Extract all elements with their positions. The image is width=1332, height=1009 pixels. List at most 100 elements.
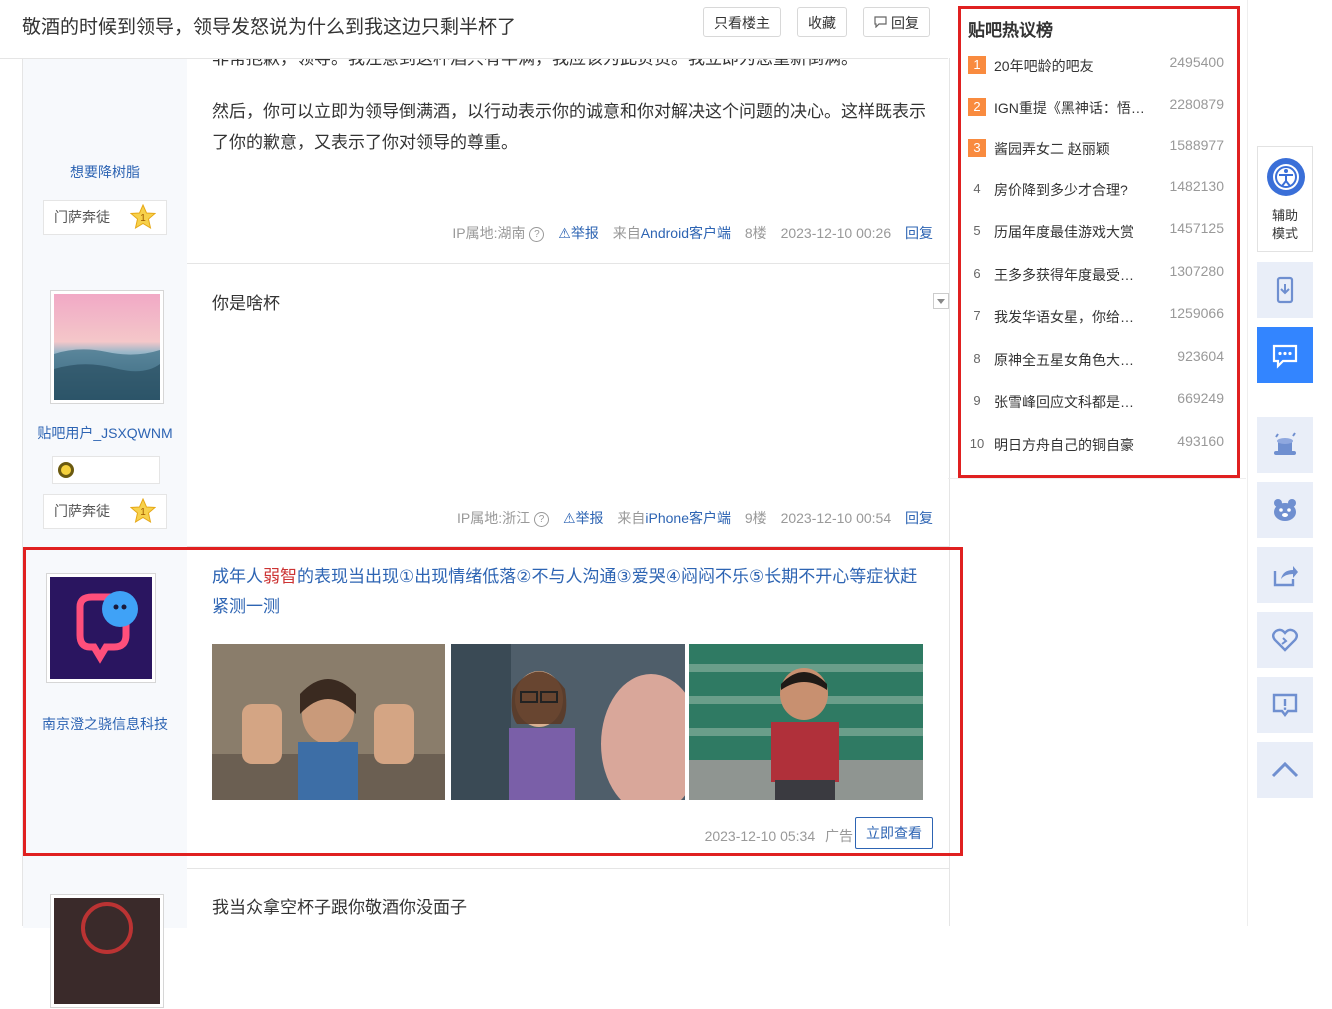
hot-topic-name[interactable]: 我发华语女星，你给出评价 bbox=[994, 307, 1146, 327]
chevron-up-icon bbox=[1271, 761, 1299, 778]
thread-title: 敬酒的时候到领导，领导发怒说为什么到我这边只剩半杯了 bbox=[22, 17, 517, 38]
hot-list-item[interactable]: 8 原神全五星女角色大盘点 923604 bbox=[964, 348, 1230, 372]
avatar[interactable] bbox=[50, 894, 164, 1008]
hot-rank: 7 bbox=[973, 308, 981, 323]
report-link[interactable]: ⚠举报 bbox=[558, 225, 599, 241]
hot-rank: 3 bbox=[968, 139, 986, 157]
hot-topic-name[interactable]: 酱园弄女二 赵丽颖 bbox=[994, 139, 1146, 159]
level-badge[interactable]: 门萨奔徒 1 bbox=[43, 200, 167, 235]
client-source: 来自iPhone客户端 bbox=[617, 510, 731, 526]
hot-list-item[interactable]: 7 我发华语女星，你给出评价 1259066 bbox=[964, 305, 1230, 329]
post-time: 2023-12-10 00:26 bbox=[780, 225, 892, 241]
hot-topic-count: 669249 bbox=[1177, 390, 1224, 406]
assist-mode-button[interactable]: 辅助 模式 bbox=[1257, 146, 1313, 252]
share-button[interactable] bbox=[1257, 547, 1313, 603]
ad-image-1[interactable] bbox=[212, 644, 445, 800]
collapse-dropdown[interactable] bbox=[933, 293, 949, 309]
hot-topic-name[interactable]: 明日方舟自己的铜自豪 bbox=[994, 435, 1146, 455]
assist-label: 辅助 模式 bbox=[1271, 208, 1298, 241]
report-link[interactable]: ⚠举报 bbox=[563, 510, 604, 526]
favorite-button[interactable]: 收藏 bbox=[797, 7, 847, 37]
comment-icon bbox=[874, 9, 887, 39]
hot-list-title: 贴吧热议榜 bbox=[968, 21, 1053, 40]
hot-list-item[interactable]: 3 酱园弄女二 赵丽颖 1588977 bbox=[964, 137, 1230, 161]
svg-text:1: 1 bbox=[140, 213, 146, 224]
author-column: 想要降树脂 门萨奔徒 1 bbox=[23, 38, 187, 263]
hot-list-item[interactable]: 5 历届年度最佳游戏大赏 1457125 bbox=[964, 220, 1230, 244]
only-op-button[interactable]: 只看楼主 bbox=[703, 7, 781, 37]
report-button[interactable] bbox=[1257, 677, 1313, 733]
level-badge[interactable]: 门萨奔徒 1 bbox=[43, 494, 167, 529]
author-name[interactable]: 贴吧用户_JSXQWNM bbox=[23, 423, 187, 443]
reply-button-label: 回复 bbox=[891, 15, 919, 31]
medal-icon bbox=[58, 462, 74, 478]
hot-topic-name[interactable]: 原神全五星女角色大盘点 bbox=[994, 350, 1146, 370]
back-to-top-button[interactable] bbox=[1257, 742, 1313, 798]
hot-list-item[interactable]: 2 IGN重提《黑神话：悟空》 2280879 bbox=[964, 96, 1230, 120]
ad-avatar[interactable] bbox=[46, 573, 156, 683]
badge-label: 门萨奔徒 bbox=[54, 209, 110, 225]
hot-topic-name[interactable]: 20年吧龄的吧友 bbox=[994, 56, 1146, 76]
hot-topic-name[interactable]: 房价降到多少才合理? bbox=[994, 180, 1146, 200]
hot-rank: 6 bbox=[973, 266, 981, 281]
hot-topic-name[interactable]: IGN重提《黑神话：悟空》 bbox=[994, 98, 1146, 118]
hot-list-item[interactable]: 4 房价降到多少才合理? 1482130 bbox=[964, 178, 1230, 202]
magic-hat-button[interactable] bbox=[1257, 417, 1313, 473]
bear-button[interactable] bbox=[1257, 482, 1313, 538]
warning-icon: ⚠ bbox=[562, 510, 576, 526]
hot-topic-count: 923604 bbox=[1177, 348, 1224, 364]
chevron-down-icon bbox=[937, 299, 945, 304]
hot-rank: 9 bbox=[973, 393, 981, 408]
post-list: 想要降树脂 门萨奔徒 1 非常抱歉，领导。我注意到这杯酒只有半满，我应该为此负责… bbox=[22, 38, 950, 1008]
avatar[interactable] bbox=[50, 290, 164, 404]
ad-title[interactable]: 成年人弱智的表现当出现①出现情绪低落②不与人沟通③爱哭④闷闷不乐⑤长期不开心等症… bbox=[212, 562, 924, 622]
alert-icon bbox=[1272, 693, 1298, 717]
ad-view-button[interactable]: 立即查看 bbox=[855, 817, 933, 849]
post-reply-link[interactable]: 回复 bbox=[905, 510, 933, 526]
hot-list-item[interactable]: 6 王多多获得年度最受欢迎 1307280 bbox=[964, 263, 1230, 287]
member-badge[interactable] bbox=[52, 456, 160, 484]
magic-hat-icon bbox=[1274, 432, 1296, 455]
post-text: 然后，你可以立即为领导倒满酒，以行动表示你的诚意和你对解决这个问题的决心。这样既… bbox=[212, 102, 926, 152]
hot-topic-name[interactable]: 王多多获得年度最受欢迎 bbox=[994, 265, 1146, 285]
ip-location: IP属地:湖南 bbox=[452, 225, 526, 241]
post-floor-9: 贴吧用户_JSXQWNM 门萨奔徒 1 你是啥杯 IP属地:浙江 ? ⚠举报 来… bbox=[23, 263, 949, 547]
ad-tail: 2023-12-10 05:34 广告 bbox=[705, 826, 853, 846]
hot-topic-count: 1588977 bbox=[1169, 137, 1224, 153]
ad-image-3[interactable] bbox=[689, 644, 923, 800]
page-divider bbox=[1247, 0, 1248, 926]
hot-topic-count: 493160 bbox=[1177, 433, 1224, 449]
hot-rank: 5 bbox=[973, 223, 981, 238]
favorite-heart-button[interactable] bbox=[1257, 612, 1313, 668]
post-text: 你是啥杯 bbox=[212, 294, 280, 313]
ad-image-2[interactable] bbox=[451, 644, 701, 814]
hot-topic-count: 1307280 bbox=[1169, 263, 1224, 279]
help-icon[interactable]: ? bbox=[534, 512, 550, 527]
hot-topic-count: 1457125 bbox=[1169, 220, 1224, 236]
hot-rank: 10 bbox=[969, 436, 985, 451]
post-next: 我当众拿空杯子跟你敬酒你没面子 bbox=[23, 868, 949, 1008]
accessibility-icon bbox=[1267, 158, 1305, 196]
bear-icon bbox=[1274, 499, 1296, 521]
help-icon[interactable]: ? bbox=[529, 227, 545, 242]
hot-list-item[interactable]: 9 张雪峰回应文科都是服务业 669249 bbox=[964, 390, 1230, 414]
hot-list-item[interactable]: 1 20年吧龄的吧友 2495400 bbox=[964, 54, 1230, 78]
hot-topic-name[interactable]: 张雪峰回应文科都是服务业 bbox=[994, 392, 1146, 412]
hot-list-item[interactable]: 10 明日方舟自己的铜自豪 493160 bbox=[964, 433, 1230, 457]
ip-location: IP属地:浙江 bbox=[457, 510, 531, 526]
client-source: 来自Android客户端 bbox=[612, 225, 731, 241]
level-star-icon: 1 bbox=[129, 497, 157, 524]
level-star-icon: 1 bbox=[129, 203, 157, 230]
hot-topic-count: 1259066 bbox=[1169, 305, 1224, 321]
author-name[interactable]: 想要降树脂 bbox=[23, 162, 187, 182]
post-reply-link[interactable]: 回复 bbox=[905, 225, 933, 241]
comment-button[interactable] bbox=[1257, 327, 1313, 383]
hot-topic-count: 2495400 bbox=[1169, 54, 1224, 70]
reply-button[interactable]: 回复 bbox=[863, 7, 930, 37]
author-column bbox=[23, 868, 187, 1008]
hot-topic-count: 2280879 bbox=[1169, 96, 1224, 112]
download-app-button[interactable] bbox=[1257, 262, 1313, 318]
hot-topic-name[interactable]: 历届年度最佳游戏大赏 bbox=[994, 222, 1146, 242]
ad-author-name[interactable]: 南京澄之骁信息科技 bbox=[23, 714, 187, 734]
sidebar-divider bbox=[948, 478, 1246, 479]
